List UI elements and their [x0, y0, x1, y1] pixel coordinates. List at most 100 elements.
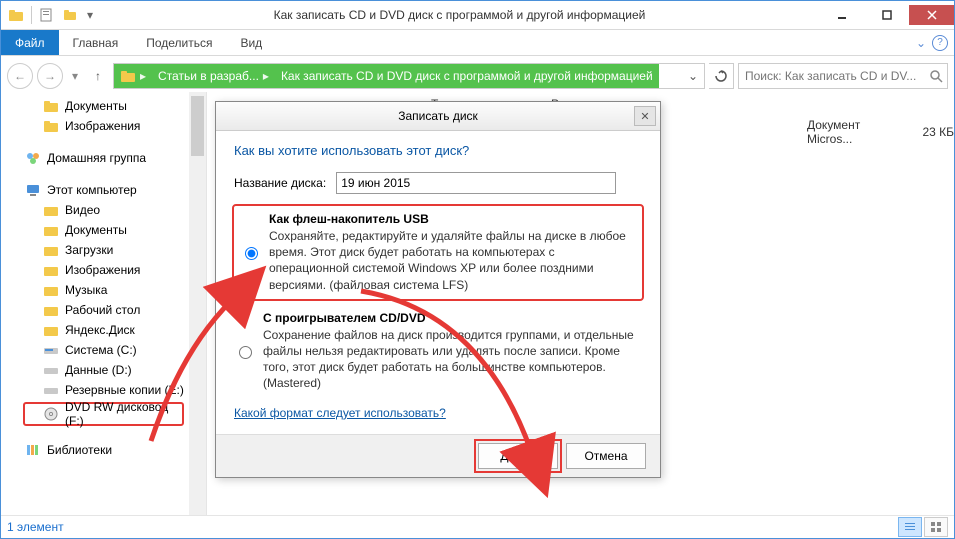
- sidebar-item-documents2[interactable]: Документы: [7, 220, 206, 240]
- disc-name-label: Название диска:: [234, 176, 326, 190]
- tab-share[interactable]: Поделиться: [132, 30, 226, 55]
- sidebar-item-drive-c[interactable]: Система (C:): [7, 340, 206, 360]
- sidebar-item-music[interactable]: Музыка: [7, 280, 206, 300]
- folder-icon: [43, 282, 59, 298]
- view-details-button[interactable]: [898, 517, 922, 537]
- nav-row: ← → ▾ ↑ ▸ Статьи в разраб...▸ Как записа…: [1, 56, 954, 97]
- help-icon[interactable]: ?: [932, 35, 948, 51]
- sidebar-item-pictures2[interactable]: Изображения: [7, 260, 206, 280]
- dialog-title-bar: Записать диск ✕: [216, 102, 660, 131]
- option-cddvd[interactable]: С проигрывателем CD/DVD Сохранение файло…: [234, 311, 642, 392]
- scrollbar-thumb[interactable]: [191, 96, 204, 156]
- sidebar-item-homegroup[interactable]: Домашняя группа: [7, 148, 206, 168]
- burn-disc-dialog: Записать диск ✕ Как вы хотите использова…: [215, 101, 661, 478]
- dialog-footer: Далее Отмена: [216, 434, 660, 477]
- history-dropdown[interactable]: ▾: [67, 64, 83, 88]
- back-button[interactable]: ←: [7, 63, 33, 89]
- titlebar: ▾ Как записать CD и DVD диск с программо…: [1, 1, 954, 30]
- status-bar: 1 элемент: [1, 515, 954, 538]
- folder-icon: [43, 98, 59, 114]
- forward-button[interactable]: →: [37, 63, 63, 89]
- disc-name-row: Название диска:: [234, 172, 642, 194]
- nav-pane: Документы Изображения Домашняя группа Эт…: [1, 92, 207, 516]
- option-cddvd-title: С проигрывателем CD/DVD: [263, 311, 642, 325]
- sidebar-item-yandexdisk[interactable]: Яндекс.Диск: [7, 320, 206, 340]
- option-usb[interactable]: Как флеш-накопитель USB Сохраняйте, реда…: [232, 204, 644, 301]
- explorer-window: ▾ Как записать CD и DVD диск с программо…: [0, 0, 955, 539]
- window-title: Как записать CD и DVD диск с программой …: [100, 8, 819, 22]
- quick-access-toolbar: ▾: [1, 4, 100, 26]
- next-button[interactable]: Далее: [478, 443, 558, 469]
- sidebar-item-documents[interactable]: Документы: [7, 96, 206, 116]
- homegroup-icon: [25, 150, 41, 166]
- dialog-help-link[interactable]: Какой формат следует использовать?: [234, 406, 446, 420]
- tree: Документы Изображения Домашняя группа Эт…: [1, 92, 206, 464]
- dialog-title: Записать диск: [398, 109, 478, 123]
- option-usb-desc: Сохраняйте, редактируйте и удаляйте файл…: [269, 228, 636, 293]
- status-count: 1 элемент: [7, 520, 64, 534]
- maximize-button[interactable]: [864, 5, 909, 25]
- view-buttons: [898, 517, 948, 537]
- chevron-down-icon[interactable]: ⌄: [916, 36, 926, 50]
- search-box[interactable]: [738, 63, 948, 89]
- new-folder-icon[interactable]: [60, 4, 82, 26]
- sidebar-item-downloads[interactable]: Загрузки: [7, 240, 206, 260]
- folder-icon: [5, 4, 27, 26]
- folder-icon: [43, 242, 59, 258]
- search-icon: [929, 69, 943, 83]
- folder-icon: [120, 68, 136, 84]
- libraries-icon: [25, 442, 41, 458]
- dialog-close-button[interactable]: ✕: [634, 106, 656, 126]
- sidebar-item-videos[interactable]: Видео: [7, 200, 206, 220]
- tab-file[interactable]: Файл: [1, 30, 59, 55]
- folder-icon: [43, 302, 59, 318]
- disc-name-input[interactable]: [336, 172, 616, 194]
- folder-icon: [43, 202, 59, 218]
- breadcrumb-root[interactable]: ▸: [114, 64, 152, 88]
- drive-icon: [43, 342, 59, 358]
- drive-icon: [43, 362, 59, 378]
- computer-icon: [25, 182, 41, 198]
- refresh-button[interactable]: [709, 63, 734, 89]
- option-usb-title: Как флеш-накопитель USB: [269, 212, 636, 226]
- sidebar-item-libraries[interactable]: Библиотеки: [7, 440, 206, 460]
- properties-icon[interactable]: [36, 4, 58, 26]
- separator: [31, 6, 32, 24]
- folder-icon: [43, 222, 59, 238]
- address-bar[interactable]: ▸ Статьи в разраб...▸ Как записать CD и …: [113, 63, 705, 89]
- sidebar-item-drive-e[interactable]: Резервные копии (E:): [7, 380, 206, 400]
- file-size: 23 КБ: [895, 125, 954, 139]
- sidebar-item-pictures[interactable]: Изображения: [7, 116, 206, 136]
- sidebar-scrollbar[interactable]: [189, 92, 206, 516]
- option-cddvd-desc: Сохранение файлов на диск производится г…: [263, 327, 642, 392]
- file-type: Документ Micros...: [807, 118, 895, 146]
- window-controls: [819, 5, 954, 25]
- sidebar-item-desktop[interactable]: Рабочий стол: [7, 300, 206, 320]
- folder-icon: [43, 118, 59, 134]
- cancel-button[interactable]: Отмена: [566, 443, 646, 469]
- search-input[interactable]: [743, 68, 925, 84]
- tab-view[interactable]: Вид: [226, 30, 276, 55]
- close-button[interactable]: [909, 5, 954, 25]
- breadcrumb-seg1[interactable]: Статьи в разраб...▸: [152, 64, 275, 88]
- dialog-body: Как вы хотите использовать этот диск? На…: [216, 131, 660, 434]
- view-icons-button[interactable]: [924, 517, 948, 537]
- option-usb-radio[interactable]: [245, 214, 258, 293]
- address-dropdown-icon[interactable]: ⌄: [682, 69, 704, 83]
- folder-icon: [43, 322, 59, 338]
- option-cddvd-radio[interactable]: [239, 313, 252, 392]
- qat-dropdown-icon[interactable]: ▾: [84, 4, 96, 26]
- ribbon-right: ⌄ ?: [916, 30, 954, 55]
- sidebar-item-thispc[interactable]: Этот компьютер: [7, 180, 206, 200]
- sidebar-item-drive-d[interactable]: Данные (D:): [7, 360, 206, 380]
- folder-icon: [43, 262, 59, 278]
- minimize-button[interactable]: [819, 5, 864, 25]
- disc-icon: [43, 406, 59, 422]
- drive-icon: [43, 382, 59, 398]
- sidebar-item-dvd-f[interactable]: DVD RW дисковод (F:): [23, 402, 184, 426]
- up-button[interactable]: ↑: [87, 65, 109, 87]
- ribbon: Файл Главная Поделиться Вид ⌄ ?: [1, 30, 954, 56]
- tab-home[interactable]: Главная: [59, 30, 133, 55]
- breadcrumb-seg2[interactable]: Как записать CD и DVD диск с программой …: [275, 64, 659, 88]
- dialog-question: Как вы хотите использовать этот диск?: [234, 143, 642, 158]
